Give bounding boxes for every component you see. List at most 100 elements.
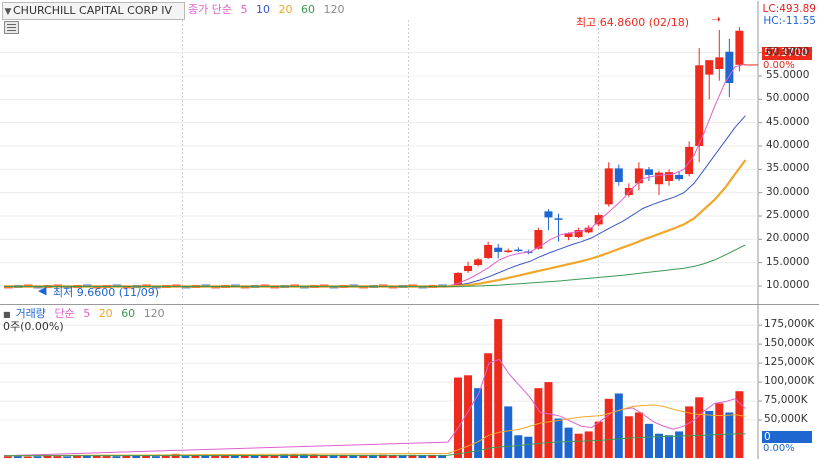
candle-body [604, 168, 613, 205]
last-volume-change: 0.00% [763, 443, 795, 454]
flat-volume-bar [33, 456, 42, 458]
flat-volume-bar [102, 456, 111, 458]
flat-volume-bar [280, 454, 289, 458]
price-tick-label: 55.0000 [766, 69, 810, 81]
candle-body [634, 168, 643, 184]
flat-volume-bar [152, 456, 160, 458]
volume-bar [524, 436, 533, 458]
candle-body [695, 65, 704, 146]
flat-volume-bar [359, 455, 368, 458]
price-ma-legend: 종가 단순 5 10 20 60 120 [188, 3, 349, 17]
flat-volume-bar [240, 455, 249, 458]
volume-ma-label: 단순 [54, 307, 75, 320]
volume-tick-label: 175,000K [764, 318, 815, 331]
volume-label: 거래량 [15, 307, 46, 320]
candle-body [484, 244, 493, 258]
volume-bar [665, 435, 674, 458]
ma-legend-label: 종가 단순 [188, 3, 232, 16]
candle-body [665, 172, 674, 181]
volume-bar [494, 319, 503, 458]
volume-tick-label: 50,000K [764, 413, 808, 426]
candle-body [675, 174, 684, 180]
volume-ma-120: 120 [143, 307, 165, 320]
candle-body [735, 30, 744, 65]
candle-body [494, 247, 503, 252]
stock-chart: ▼ CHURCHILL CAPITAL CORP IV 종가 단순 5 10 20… [0, 0, 819, 460]
price-tick-label: 30.0000 [766, 185, 810, 198]
ma-legend-5: 5 [240, 3, 248, 16]
flat-volume-bar [13, 456, 22, 458]
candle-body [644, 169, 653, 175]
flat-volume-bar [63, 456, 72, 458]
chevron-down-icon: ▼ [4, 7, 12, 17]
flat-volume-bar [250, 455, 259, 458]
candle-body [725, 51, 734, 83]
volume-bar [655, 433, 663, 458]
price-tick-label: 15.0000 [766, 255, 810, 268]
candle-body [504, 250, 513, 253]
volume-bar [695, 397, 704, 458]
volume-bar [544, 382, 553, 458]
volume-bar [614, 393, 623, 458]
candle-body [554, 218, 563, 220]
flat-volume-bar [112, 456, 121, 458]
flat-volume-bar [211, 456, 220, 458]
price-tick-label: 25.0000 [766, 209, 810, 221]
volume-tick-label: 150,000K [764, 337, 815, 350]
price-tick-label: 50.0000 [766, 92, 810, 105]
square-icon: ■ [3, 310, 11, 319]
volume-ma-5: 5 [83, 307, 91, 320]
volume-bar [725, 412, 734, 458]
arrow-left-icon: ◀ [38, 284, 47, 297]
price-tick-label: 35.0000 [766, 162, 810, 175]
symbol-name: CHURCHILL CAPITAL CORP IV [13, 4, 173, 17]
flat-volume-bar [23, 456, 32, 458]
candle-body [715, 57, 724, 69]
ma-legend-20: 20 [278, 3, 293, 16]
candle-body [474, 259, 483, 265]
volume-bar [484, 353, 493, 458]
last-volume-tag: 0 [762, 431, 812, 443]
low-annotation: 최저 9.6600 (11/09) [53, 286, 160, 299]
price-tick-label: 40.0000 [766, 139, 810, 151]
symbol-selector[interactable]: ▼ CHURCHILL CAPITAL CORP IV [2, 2, 185, 20]
chart-menu-button[interactable] [4, 21, 19, 34]
price-tick-label: 20.0000 [766, 232, 810, 245]
volume-bar [675, 431, 684, 458]
flat-volume-bar [4, 456, 12, 458]
flat-volume-bar [53, 456, 62, 458]
ma-legend-120: 120 [323, 3, 345, 16]
flat-volume-bar [73, 456, 81, 458]
volume-bar [634, 412, 643, 458]
volume-bar [574, 433, 583, 458]
lc-value: LC:493.89 [762, 3, 816, 15]
candle-body [464, 265, 473, 272]
candle-body [614, 168, 623, 182]
high-annotation: 최고 64.8600 (02/18) [576, 16, 690, 29]
candle-body [594, 215, 603, 225]
candle-body [655, 172, 663, 185]
flat-volume-bar [349, 455, 358, 458]
volume-bar [514, 435, 523, 458]
flat-volume-bar [221, 455, 229, 458]
volume-bar [604, 398, 613, 458]
ma-legend-10: 10 [255, 3, 270, 16]
flat-volume-bar [181, 456, 190, 458]
volume-bar [454, 377, 462, 458]
volume-legend: ■ 거래량 단순 5 20 60 120 [3, 307, 170, 321]
candle-body [544, 211, 553, 218]
volume-ma-60: 60 [121, 307, 136, 320]
candle-body [705, 60, 714, 75]
chart-canvas [0, 0, 819, 460]
price-tick-label: 45.0000 [766, 115, 810, 128]
flat-volume-bar [82, 455, 91, 458]
volume-bar [554, 418, 563, 458]
volume-bar [624, 416, 633, 458]
candle-body [685, 146, 694, 174]
price-tick-label: 10.0000 [766, 279, 810, 291]
volume-bar [564, 427, 573, 458]
volume-bar [685, 406, 694, 458]
volume-bar [504, 406, 513, 458]
volume-tick-label: 125,000K [764, 356, 815, 369]
hc-value: HC:-11.55 [763, 15, 816, 27]
